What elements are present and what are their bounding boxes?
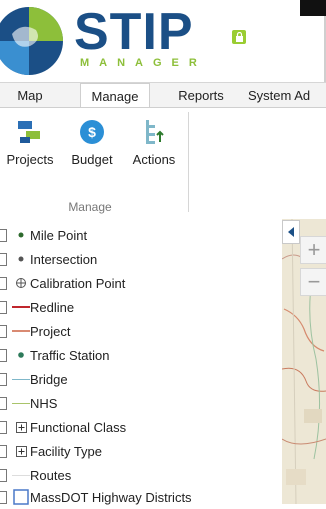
layer-label: Mile Point (30, 227, 88, 243)
lock-icon[interactable] (232, 30, 246, 44)
dot-icon (12, 347, 30, 363)
layer-row-mile-point[interactable]: Mile Point (0, 223, 280, 247)
window-corner (300, 0, 326, 16)
layer-label: Calibration Point (30, 275, 126, 291)
layer-checkbox[interactable] (0, 490, 7, 504)
actions-label: Actions (132, 152, 176, 167)
layer-row-bridge[interactable]: Bridge (0, 367, 280, 391)
budget-button[interactable]: $ Budget (66, 118, 118, 178)
district-box-icon (12, 489, 30, 505)
layer-list: Mile Point Intersection Calibration Poin… (0, 219, 282, 505)
layer-checkbox[interactable] (0, 372, 7, 386)
layer-label: NHS (30, 395, 58, 411)
layer-checkbox[interactable] (0, 396, 7, 410)
layer-label: Bridge (30, 371, 68, 387)
line-symbol-icon (12, 299, 30, 315)
layer-label: Traffic Station (30, 347, 110, 363)
layer-label: Routes (30, 467, 72, 483)
app-header: STIP MANAGER (0, 0, 326, 82)
zoom-out-button[interactable]: − (300, 268, 326, 296)
collapse-panel-button[interactable] (282, 220, 300, 244)
layer-label: Facility Type (30, 443, 103, 459)
tab-manage[interactable]: Manage (80, 83, 150, 108)
expand-icon[interactable] (12, 419, 30, 435)
layer-label: MassDOT Highway Districts (30, 489, 192, 505)
layer-label: Functional Class (30, 419, 127, 435)
crosshair-icon (12, 275, 30, 291)
layer-label: Project (30, 323, 71, 339)
line-symbol-icon (12, 467, 30, 483)
layer-checkbox[interactable] (0, 300, 7, 314)
budget-icon: $ (80, 120, 104, 144)
layer-row-facility-type[interactable]: Facility Type (0, 439, 280, 463)
line-symbol-icon (12, 395, 30, 411)
globe-logo-icon (0, 7, 63, 75)
actions-icon (146, 120, 164, 144)
layer-checkbox[interactable] (0, 324, 7, 338)
line-symbol-icon (12, 323, 30, 339)
tab-reports[interactable]: Reports (166, 83, 236, 107)
ribbon: Map Manage Reports System Ad Projects $ … (0, 82, 326, 220)
layer-checkbox[interactable] (0, 348, 7, 362)
tab-map[interactable]: Map (4, 83, 56, 107)
layer-row-massdot-districts[interactable]: MassDOT Highway Districts (0, 485, 280, 509)
zoom-in-button[interactable]: + (300, 236, 326, 264)
ribbon-body: Projects $ Budget Actions Manage (0, 107, 326, 220)
tab-system-admin[interactable]: System Ad (248, 83, 326, 107)
dot-icon (12, 227, 30, 243)
budget-label: Budget (71, 152, 113, 167)
layer-row-intersection[interactable]: Intersection (0, 247, 280, 271)
layer-checkbox[interactable] (0, 420, 7, 434)
app-subtitle: MANAGER (80, 57, 207, 69)
ribbon-group-label: Manage (68, 200, 112, 214)
layer-row-redline[interactable]: Redline (0, 295, 280, 319)
line-symbol-icon (12, 371, 30, 387)
actions-button[interactable]: Actions (126, 118, 182, 178)
ribbon-tabs: Map Manage Reports System Ad (0, 83, 326, 108)
layer-row-routes[interactable]: Routes (0, 463, 280, 487)
layer-row-nhs[interactable]: NHS (0, 391, 280, 415)
layer-row-project[interactable]: Project (0, 319, 280, 343)
projects-icon (18, 121, 40, 143)
projects-label: Projects (6, 152, 54, 167)
layer-checkbox[interactable] (0, 252, 7, 266)
layer-row-calibration-point[interactable]: Calibration Point (0, 271, 280, 295)
layer-label: Redline (30, 299, 75, 315)
expand-icon[interactable] (12, 443, 30, 459)
layer-checkbox[interactable] (0, 276, 7, 290)
layer-checkbox[interactable] (0, 468, 7, 482)
layer-row-traffic-station[interactable]: Traffic Station (0, 343, 280, 367)
svg-text:$: $ (88, 124, 96, 140)
projects-button[interactable]: Projects (2, 118, 58, 178)
layer-checkbox[interactable] (0, 444, 7, 458)
layer-row-functional-class[interactable]: Functional Class (0, 415, 280, 439)
layer-label: Intersection (30, 251, 98, 267)
triangle-left-icon (288, 227, 294, 237)
layer-checkbox[interactable] (0, 228, 7, 242)
app-title: STIP (74, 3, 194, 61)
ribbon-group-separator (188, 112, 189, 212)
dot-icon (12, 251, 30, 267)
